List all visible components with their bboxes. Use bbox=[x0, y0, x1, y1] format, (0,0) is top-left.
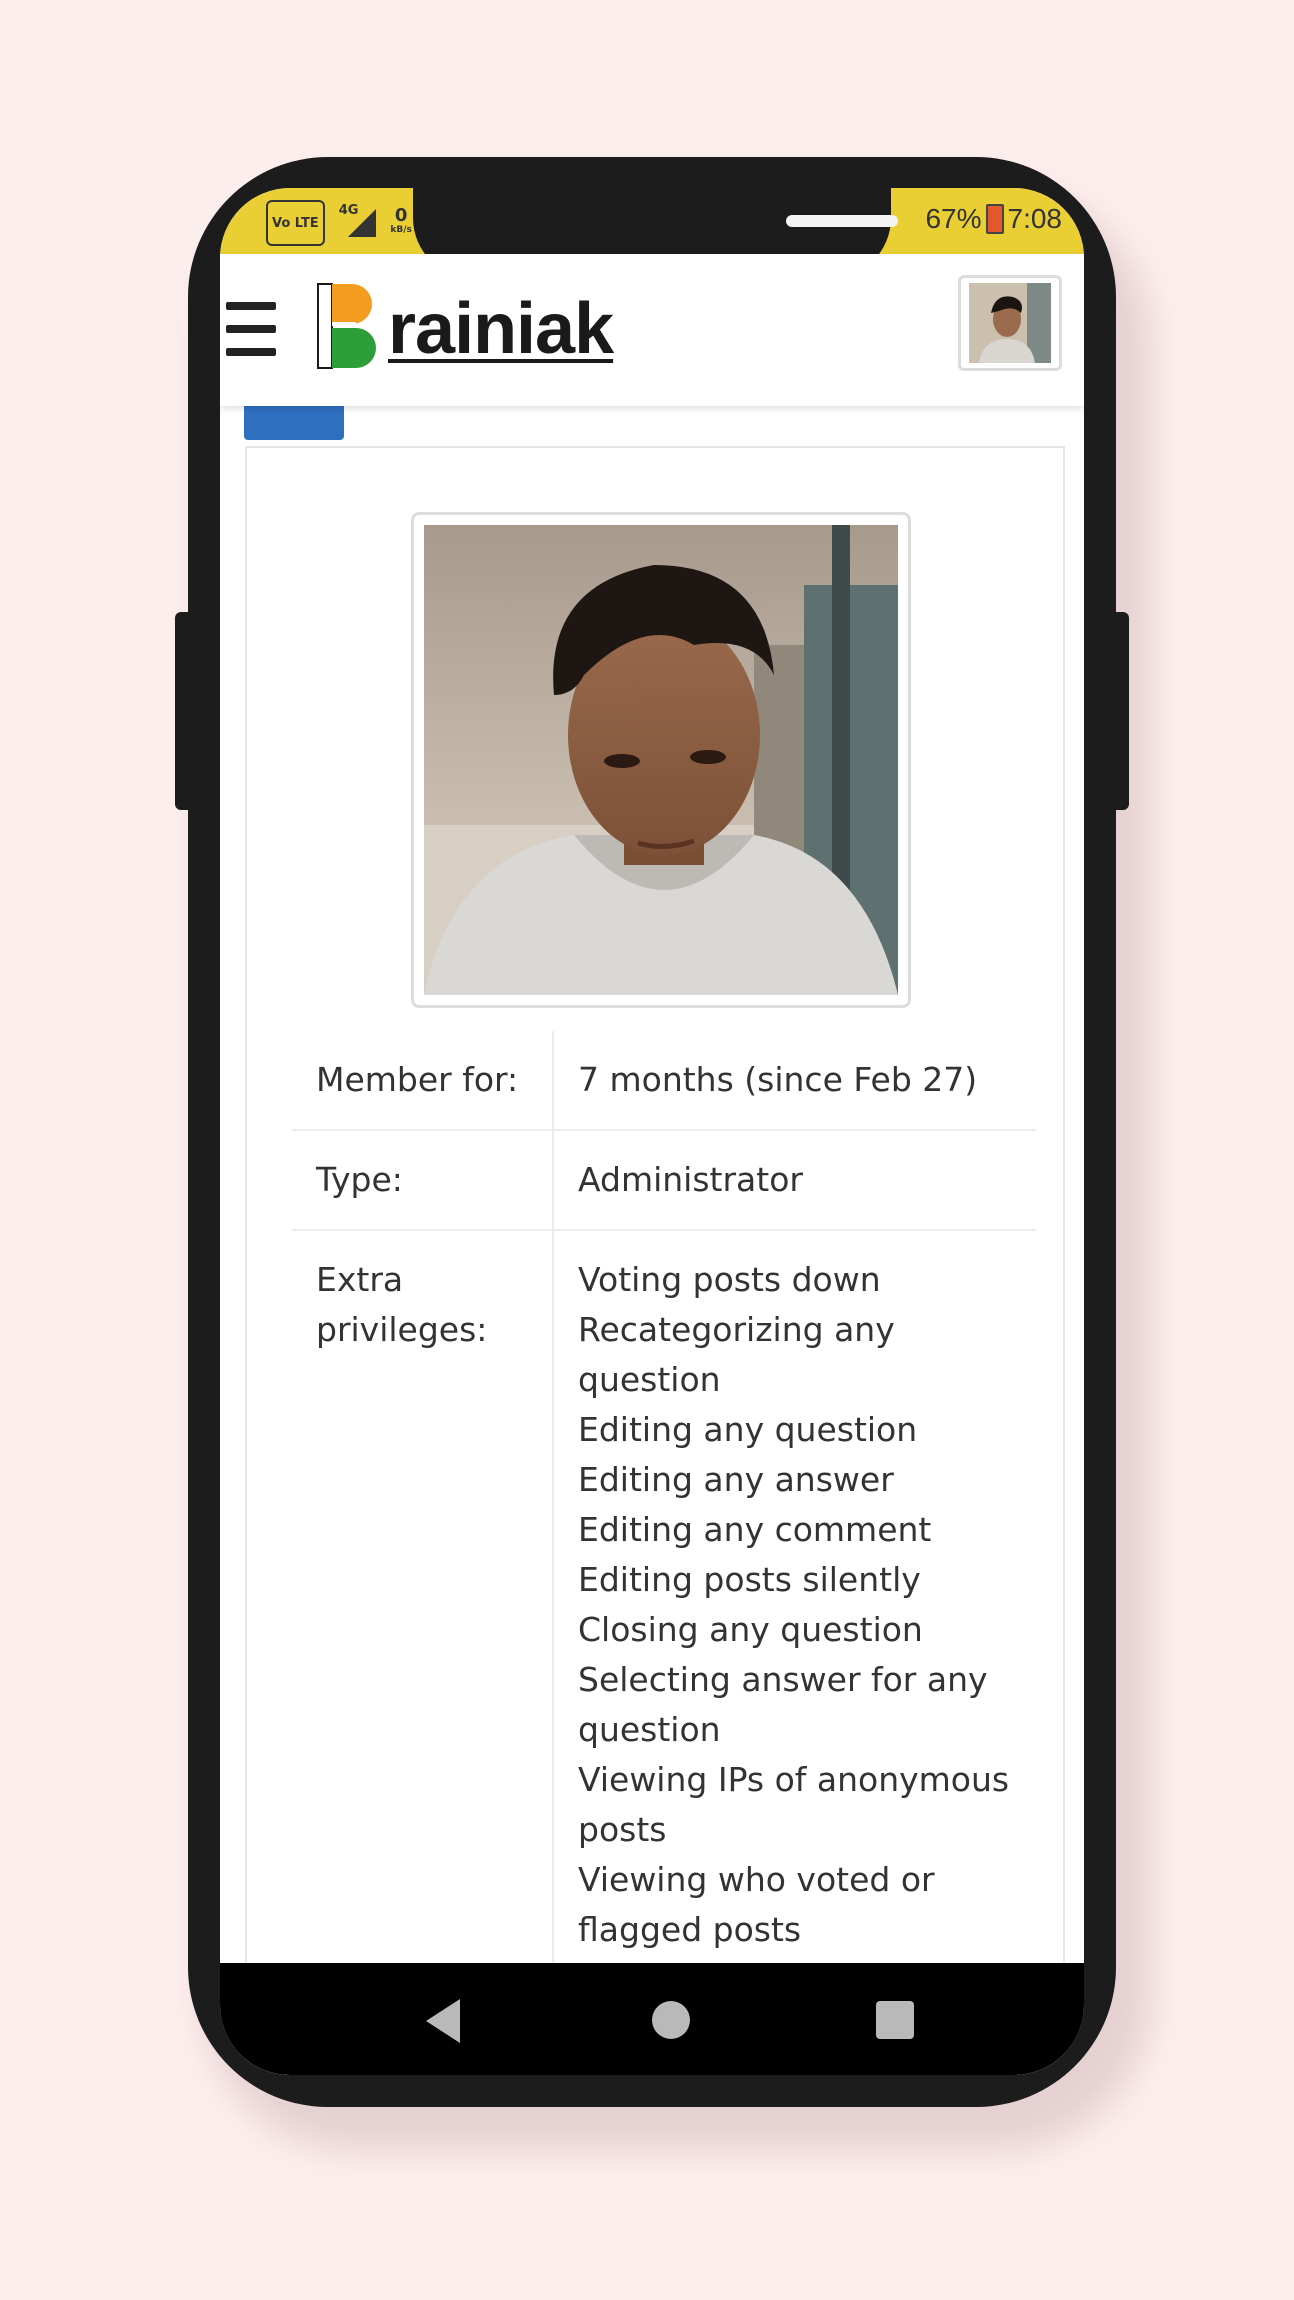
extra-privileges-label: Extra privileges: bbox=[292, 1229, 554, 1979]
list-item: Editing any answer bbox=[578, 1460, 894, 1499]
data-speed: 0 bbox=[394, 205, 408, 226]
table-row: Member for: 7 months (since Feb 27) bbox=[292, 1031, 1036, 1130]
site-logo[interactable]: rainiak bbox=[312, 274, 614, 374]
list-item: Editing any comment bbox=[578, 1510, 932, 1549]
table-row: Extra privileges: Voting posts down Reca… bbox=[292, 1229, 1036, 1979]
app-header: rainiak bbox=[220, 254, 1084, 406]
list-item: Editing any question bbox=[578, 1410, 918, 1449]
hamburger-menu-icon[interactable] bbox=[226, 302, 276, 356]
android-nav-bar bbox=[220, 1963, 1084, 2075]
data-speed-unit: kB/s bbox=[390, 225, 412, 235]
extra-privileges-value: Voting posts down Recategorizing any que… bbox=[553, 1229, 1036, 1979]
list-item: Voting posts down bbox=[578, 1260, 881, 1299]
privileges-list: Voting posts down Recategorizing any que… bbox=[578, 1255, 1012, 1955]
back-icon[interactable] bbox=[426, 1999, 460, 2043]
battery-icon bbox=[985, 204, 1004, 234]
speaker-grille bbox=[786, 215, 898, 227]
table-row: Type: Administrator bbox=[292, 1129, 1036, 1230]
list-item: Closing any question bbox=[578, 1610, 923, 1649]
profile-card: Member for: 7 months (since Feb 27) Type… bbox=[245, 446, 1065, 2075]
profile-photo-image bbox=[424, 525, 898, 995]
recent-apps-icon[interactable] bbox=[876, 2001, 914, 2039]
user-avatar[interactable] bbox=[958, 275, 1062, 371]
volte-icon: Vo LTE bbox=[266, 200, 325, 246]
type-value: Administrator bbox=[553, 1129, 1036, 1230]
list-item: Viewing who voted or flagged posts bbox=[578, 1860, 935, 1949]
list-item: Recategorizing any question bbox=[578, 1310, 895, 1399]
type-label: Type: bbox=[292, 1129, 554, 1230]
member-for-label: Member for: bbox=[292, 1031, 554, 1130]
list-item: Selecting answer for any question bbox=[578, 1660, 988, 1749]
phone-screen: Vo LTE 4G 0 kB/s 67% 7:08 › bbox=[220, 188, 1084, 2075]
list-item: Viewing IPs of anonymous posts bbox=[578, 1760, 1010, 1849]
logo-b-icon bbox=[317, 283, 376, 369]
avatar-photo bbox=[969, 283, 1051, 363]
profile-details-table: Member for: 7 months (since Feb 27) Type… bbox=[292, 1031, 1036, 1979]
profile-photo bbox=[411, 512, 911, 1008]
battery-percent: 67% bbox=[925, 203, 982, 234]
home-icon[interactable] bbox=[652, 2001, 690, 2039]
member-for-value: 7 months (since Feb 27) bbox=[578, 1060, 978, 1099]
logo-text: rainiak bbox=[388, 289, 614, 369]
list-item: Editing posts silently bbox=[578, 1560, 921, 1599]
signal-4g-icon: 4G bbox=[339, 203, 377, 243]
data-speed-icon: 0 kB/s bbox=[390, 203, 412, 243]
clock: 7:08 bbox=[1007, 203, 1063, 234]
